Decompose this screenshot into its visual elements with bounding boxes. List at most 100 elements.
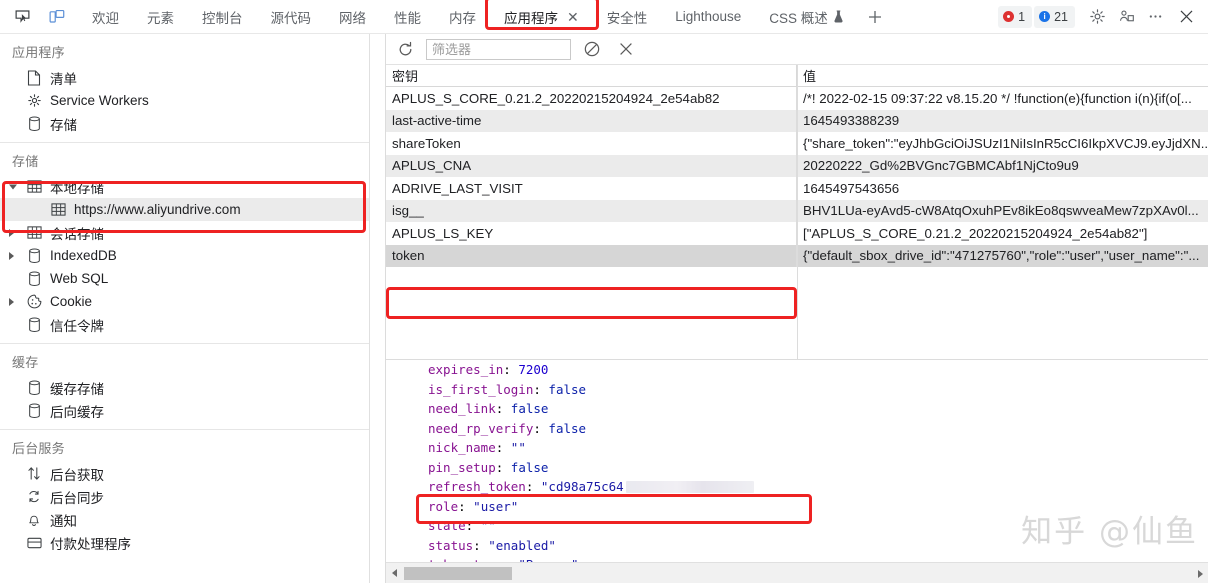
tab-network[interactable]: 网络	[325, 0, 380, 34]
sidebar-item-background-fetch[interactable]: 后台获取	[0, 462, 369, 485]
tab-label: 性能	[394, 10, 421, 26]
chevron-down-icon[interactable]	[9, 184, 17, 189]
json-key: role	[428, 498, 459, 514]
tab-label: 内存	[449, 10, 476, 26]
close-icon[interactable]: ✕	[567, 10, 579, 24]
json-key: need_rp_verify	[428, 420, 534, 436]
sidebar-item-label: 存储	[50, 117, 77, 133]
annotation-highlight-token-row	[386, 287, 797, 319]
sync-refresh-icon	[24, 489, 44, 504]
sidebar-item-background-sync[interactable]: 后台同步	[0, 485, 369, 508]
sidebar-item-label: 信任令牌	[50, 318, 104, 334]
json-value: "enabled"	[488, 537, 556, 553]
sidebar-item-label: 后台获取	[50, 467, 104, 483]
error-badge[interactable]: 1	[998, 5, 1033, 28]
tab-performance[interactable]: 性能	[380, 0, 435, 34]
database-icon	[24, 271, 44, 287]
cell-value: {"default_sbox_drive_id":"471275760","ro…	[803, 248, 1200, 264]
inspect-cursor-icon[interactable]	[6, 3, 38, 31]
chevron-right-icon[interactable]	[9, 251, 14, 260]
tab-label: CSS 概述	[769, 10, 828, 26]
sidebar-item-indexeddb[interactable]: IndexedDB	[0, 244, 369, 267]
scroll-left-arrow-icon[interactable]	[386, 563, 403, 583]
json-value: false	[548, 381, 587, 397]
sidebar-item-notifications[interactable]: 通知	[0, 508, 369, 531]
tab-application-wrapper: 应用程序 ✕	[485, 0, 599, 34]
cell-value: 1645493388239	[803, 113, 900, 129]
arrows-up-down-icon	[24, 466, 44, 481]
cell-value: BHV1LUa-eyAvd5-cW8AtqOxuhPEv8ikEo8qswvea…	[803, 203, 1199, 219]
column-header-value[interactable]: 值	[797, 65, 1208, 86]
local-storage-table: 密钥 值 APLUS_S_CORE_0.21.2_20220215204924_…	[386, 65, 1208, 390]
database-icon	[24, 317, 44, 333]
json-value: "user"	[473, 498, 519, 514]
delete-selected-icon[interactable]	[613, 37, 639, 61]
sidebar-item-storage[interactable]: 存储	[0, 112, 369, 135]
sidebar-item-back-forward-cache[interactable]: 后向缓存	[0, 399, 369, 422]
tab-label: 元素	[147, 10, 174, 26]
close-devtools-icon[interactable]	[1170, 3, 1202, 31]
sidebar-item-web-sql[interactable]: Web SQL	[0, 267, 369, 290]
refresh-icon[interactable]	[392, 37, 418, 61]
sidebar-item-label: IndexedDB	[50, 248, 117, 263]
tab-welcome[interactable]: 欢迎	[78, 0, 133, 34]
database-icon	[24, 403, 44, 419]
sidebar-item-cache-storage[interactable]: 缓存存储	[0, 376, 369, 399]
json-value: ""	[510, 440, 526, 455]
experiment-flask-icon	[833, 10, 844, 23]
tab-css-overview[interactable]: CSS 概述	[755, 0, 858, 34]
json-value: ""	[480, 518, 496, 533]
tab-elements[interactable]: 元素	[133, 0, 188, 34]
column-resizer[interactable]	[797, 65, 798, 390]
json-key: status	[428, 537, 474, 553]
json-line-refresh-token: refresh_token: "cd98a75c64	[386, 477, 1208, 497]
cell-key: token	[386, 244, 797, 267]
hscrollbar-thumb[interactable]	[404, 567, 512, 580]
cell-key: APLUS_S_CORE_0.21.2_20220215204924_2e54a…	[386, 87, 797, 110]
sidebar-item-label: 后向缓存	[50, 404, 104, 420]
sidebar-item-label: 缓存存储	[50, 381, 104, 397]
device-toolbar-icon[interactable]	[40, 3, 72, 31]
horizontal-scrollbar[interactable]	[386, 562, 1208, 583]
sidebar-item-session-storage[interactable]: 会话存储	[0, 221, 369, 244]
column-header-key[interactable]: 密钥	[386, 65, 797, 86]
payment-card-icon	[24, 536, 44, 550]
dock-side-icon[interactable]	[1112, 3, 1140, 31]
more-options-icon[interactable]	[1141, 3, 1169, 31]
sidebar-item-service-workers[interactable]: Service Workers	[0, 89, 369, 112]
sidebar-item-trust-tokens[interactable]: 信任令牌	[0, 313, 369, 336]
json-line: pin_setup: false	[428, 459, 549, 475]
clear-all-icon[interactable]	[579, 37, 605, 61]
tab-label: 源代码	[270, 10, 312, 26]
tab-application[interactable]: 应用程序 ✕	[490, 0, 593, 34]
chevron-right-icon[interactable]	[9, 228, 14, 237]
filter-input[interactable]	[426, 38, 571, 60]
table-grid-icon	[48, 202, 68, 217]
sidebar-item-payment-handler[interactable]: 付款处理程序	[0, 531, 369, 554]
gear-icon[interactable]	[1083, 3, 1111, 31]
cell-value: 1645497543656	[803, 180, 900, 196]
cell-key: isg__	[386, 199, 797, 222]
manifest-document-icon	[24, 69, 44, 86]
tab-label: Lighthouse	[675, 9, 742, 24]
tab-label: 应用程序	[504, 10, 558, 26]
table-grid-icon	[24, 179, 44, 194]
json-line: state: ""	[428, 518, 496, 533]
tab-memory[interactable]: 内存	[435, 0, 490, 34]
json-value: false	[548, 420, 587, 436]
tab-sources[interactable]: 源代码	[257, 0, 326, 34]
table-grid-icon	[24, 225, 44, 240]
sidebar-item-local-storage[interactable]: 本地存储	[0, 175, 369, 198]
tab-security[interactable]: 安全性	[593, 0, 662, 34]
devtools-tabbar: 欢迎 元素 控制台 源代码 网络 性能 内存 应用程序 ✕ 安全性 Lighth…	[0, 0, 1208, 34]
scroll-right-arrow-icon[interactable]	[1192, 563, 1208, 583]
tab-console[interactable]: 控制台	[188, 0, 257, 34]
add-tab-button[interactable]	[858, 2, 892, 32]
tab-lighthouse[interactable]: Lighthouse	[661, 0, 755, 34]
cell-key: ADRIVE_LAST_VISIT	[386, 177, 797, 200]
sidebar-item-manifest[interactable]: 清单	[0, 66, 369, 89]
sidebar-item-cookie[interactable]: Cookie	[0, 290, 369, 313]
info-badge[interactable]: i 21	[1034, 5, 1075, 28]
sidebar-item-aliyundrive-origin[interactable]: https://www.aliyundrive.com	[0, 198, 369, 221]
chevron-right-icon[interactable]	[9, 297, 14, 306]
